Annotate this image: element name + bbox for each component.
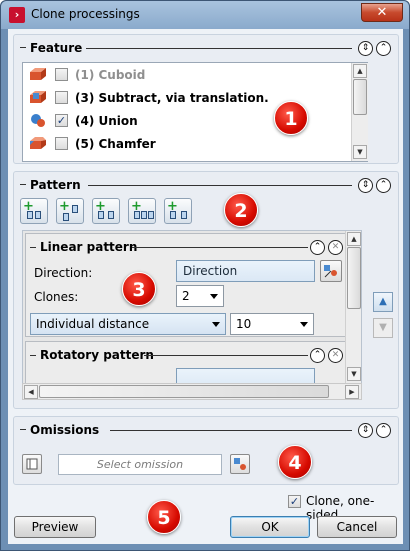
direction-label: Direction: (34, 266, 93, 280)
distance-select[interactable]: 10 (230, 313, 314, 335)
select-omission-field[interactable]: Select omission (58, 454, 222, 475)
feature-scrollbar[interactable]: ▲ ▼ (351, 63, 368, 161)
title-bar: › Clone processings ✕ (1, 1, 409, 29)
callout-badge-1: 1 (274, 101, 308, 135)
scroll-thumb[interactable] (39, 385, 329, 398)
pattern-scrollbar[interactable]: ▲ ▼ (345, 231, 361, 383)
list-item[interactable]: (1) Cuboid (27, 64, 347, 86)
feature-section: Feature ⇕ ⌃ (1) Cuboid (3) Subtract, via… (13, 34, 399, 164)
add-mirror-pattern-icon[interactable]: + (164, 198, 192, 224)
omissions-section: Omissions ⇕ ⌃ Select omission 4 (13, 416, 399, 485)
remove-icon[interactable]: ✕ (328, 348, 343, 363)
callout-badge-2: 2 (224, 193, 258, 227)
rotatory-pattern-title: Rotatory pattern (40, 348, 154, 362)
collapse-icon[interactable]: ⌃ (310, 348, 325, 363)
list-item-label: (1) Cuboid (75, 68, 146, 82)
add-diagonal-pattern-icon[interactable]: + (56, 198, 84, 224)
pattern-hscrollbar[interactable]: ◀ ▶ (22, 383, 362, 400)
feature-title: Feature (30, 41, 83, 55)
scroll-down-icon[interactable]: ▼ (353, 145, 367, 159)
list-item[interactable]: (5) Chamfer (27, 133, 347, 155)
add-rectangular-pattern-icon[interactable]: + (128, 198, 156, 224)
list-item-label: (5) Chamfer (75, 137, 156, 151)
feature-list: (1) Cuboid (3) Subtract, via translation… (22, 62, 368, 162)
omissions-header: Omissions ⇕ ⌃ (18, 421, 394, 439)
expand-all-icon[interactable]: ⇕ (358, 41, 373, 56)
move-up-icon[interactable]: ▲ (373, 292, 393, 312)
pattern-list: Linear pattern ⌃ ✕ Direction: Direction … (22, 230, 362, 384)
scroll-up-icon[interactable]: ▲ (347, 232, 361, 246)
collapse-icon[interactable]: ⌃ (376, 423, 391, 438)
callout-badge-5: 5 (147, 500, 181, 534)
collapse-icon[interactable]: ⌃ (376, 178, 391, 193)
pick-omission-icon[interactable] (230, 454, 250, 474)
collapse-icon[interactable]: ⌃ (376, 41, 391, 56)
expand-all-icon[interactable]: ⇕ (358, 178, 373, 193)
window-title: Clone processings (31, 7, 140, 21)
rotatory-field[interactable] (176, 368, 315, 383)
dialog-window: › Clone processings ✕ Feature ⇕ ⌃ (1) Cu… (0, 0, 410, 551)
dialog-body: Feature ⇕ ⌃ (1) Cuboid (3) Subtract, via… (8, 29, 403, 544)
checkbox[interactable] (55, 137, 68, 150)
list-item-label: (4) Union (75, 114, 138, 128)
union-icon (31, 114, 45, 127)
move-down-icon[interactable]: ▼ (373, 318, 393, 338)
checkbox[interactable] (55, 68, 68, 81)
scroll-thumb[interactable] (353, 79, 367, 115)
app-icon: › (9, 7, 25, 23)
pick-direction-icon[interactable] (320, 260, 342, 282)
collapse-icon[interactable]: ⌃ (310, 240, 325, 255)
remove-icon[interactable]: ✕ (328, 240, 343, 255)
direction-field[interactable]: Direction (176, 260, 315, 282)
preview-button[interactable]: Preview (14, 516, 96, 538)
checkbox[interactable]: ✓ (55, 114, 68, 127)
cuboid-icon (30, 68, 46, 80)
pattern-title: Pattern (30, 178, 81, 192)
close-button[interactable]: ✕ (361, 3, 403, 22)
scroll-thumb[interactable] (347, 247, 361, 309)
scroll-right-icon[interactable]: ▶ (345, 385, 359, 399)
callout-badge-4: 4 (278, 445, 312, 479)
list-item-label: (3) Subtract, via translation. (75, 91, 269, 105)
rotatory-pattern-panel: Rotatory pattern ⌃ ✕ (25, 341, 347, 383)
pattern-header: Pattern ⇕ ⌃ (18, 176, 394, 194)
omission-list-icon[interactable] (22, 454, 42, 474)
callout-badge-3: 3 (122, 272, 156, 306)
distance-mode-select[interactable]: Individual distance (30, 313, 226, 335)
scroll-left-icon[interactable]: ◀ (24, 385, 38, 399)
scroll-down-icon[interactable]: ▼ (347, 367, 361, 381)
clones-label: Clones: (34, 290, 79, 304)
linear-pattern-title: Linear pattern (40, 240, 138, 254)
subtract-icon (30, 91, 46, 103)
chamfer-icon (30, 137, 46, 149)
pattern-section: Pattern ⇕ ⌃ + + + + + 2 Linear pattern ⌃ (13, 171, 399, 409)
omissions-title: Omissions (30, 423, 100, 437)
add-rotatory-pattern-icon[interactable]: + (92, 198, 120, 224)
checkbox[interactable] (55, 91, 68, 104)
expand-all-icon[interactable]: ⇕ (358, 423, 373, 438)
scroll-up-icon[interactable]: ▲ (353, 64, 367, 78)
linear-pattern-panel: Linear pattern ⌃ ✕ Direction: Direction … (25, 233, 347, 337)
ok-button[interactable]: OK (230, 516, 310, 538)
feature-header: Feature ⇕ ⌃ (18, 39, 394, 57)
clones-select[interactable]: 2 (176, 285, 224, 307)
cancel-button[interactable]: Cancel (317, 516, 397, 538)
clone-one-sided-checkbox[interactable]: ✓ (288, 495, 301, 508)
add-linear-pattern-icon[interactable]: + (20, 198, 48, 224)
